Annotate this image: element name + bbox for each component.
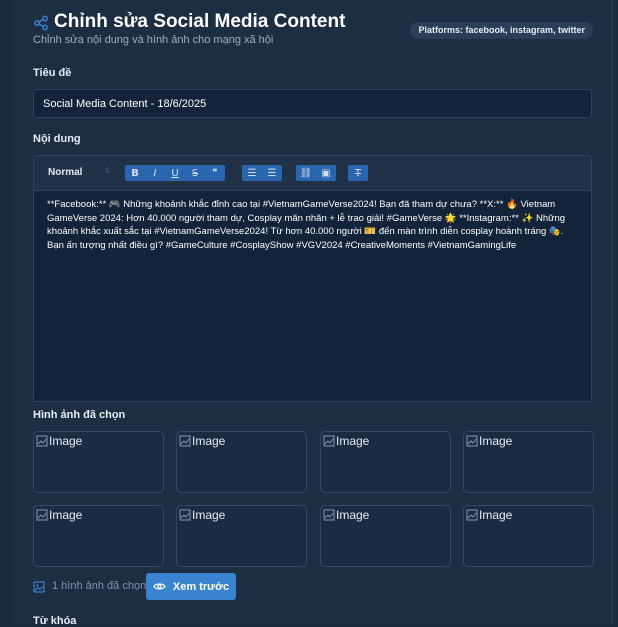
gallery-image-3[interactable]: Image: [320, 431, 451, 493]
image-icon: [33, 581, 45, 593]
eye-icon: [153, 583, 166, 590]
page-header: Chỉnh sửa Social Media Content Chỉnh sửa…: [33, 10, 603, 50]
editor-toolbar: Normal ⇕ B I U S ❞ ☰ ☰ ⛓ ▣ T̶: [34, 156, 591, 191]
image-alt-text: Image: [336, 508, 370, 522]
gallery-label: Hình ảnh đã chọn: [33, 409, 126, 421]
page-title: Chỉnh sửa Social Media Content: [54, 11, 346, 32]
gallery-image-8[interactable]: Image: [463, 505, 594, 567]
insert-button-group: ⛓ ▣: [296, 165, 336, 181]
image-alt-text: Image: [336, 434, 370, 448]
list-button-group: ☰ ☰: [242, 165, 282, 181]
italic-icon[interactable]: I: [145, 165, 165, 181]
gallery-image-1[interactable]: Image: [33, 431, 164, 493]
gallery-image-7[interactable]: Image: [320, 505, 451, 567]
select-arrow-icon: ⇕: [104, 166, 111, 175]
quote-icon[interactable]: ❞: [205, 165, 225, 181]
broken-image-icon: [323, 435, 335, 447]
gallery-image-5[interactable]: Image: [33, 505, 164, 567]
link-icon[interactable]: ⛓: [296, 165, 316, 181]
bullet-list-icon[interactable]: ☰: [262, 165, 282, 181]
image-alt-text: Image: [479, 508, 513, 522]
gallery-image-2[interactable]: Image: [176, 431, 307, 493]
clear-format-icon[interactable]: T̶: [348, 165, 368, 181]
title-input[interactable]: [33, 89, 592, 118]
rich-text-editor[interactable]: Normal ⇕ B I U S ❞ ☰ ☰ ⛓ ▣ T̶ **Facebook…: [33, 155, 592, 402]
keywords-label: Từ khóa: [33, 615, 77, 627]
image-alt-text: Image: [192, 508, 226, 522]
clean-button-group: T̶: [348, 165, 368, 181]
platforms-badge: Platforms: facebook, instagram, twitter: [410, 22, 593, 39]
image-alt-text: Image: [479, 434, 513, 448]
broken-image-icon: [323, 509, 335, 521]
content-text[interactable]: **Facebook:** 🎮 Những khoảnh khắc đỉnh c…: [47, 198, 582, 252]
gallery-image-4[interactable]: Image: [463, 431, 594, 493]
broken-image-icon: [36, 435, 48, 447]
bold-icon[interactable]: B: [125, 165, 145, 181]
share-icon: [34, 15, 48, 31]
preview-button-label: Xem trước: [172, 580, 230, 593]
broken-image-icon: [179, 435, 191, 447]
content-label: Nội dung: [33, 133, 81, 145]
broken-image-icon: [36, 509, 48, 521]
image-alt-text: Image: [49, 434, 83, 448]
image-alt-text: Image: [192, 434, 226, 448]
image-count-text: 1 hình ảnh đã chọn: [52, 580, 147, 592]
image-alt-text: Image: [49, 508, 83, 522]
page-subtitle: Chỉnh sửa nội dung và hình ảnh cho mạng …: [33, 34, 274, 46]
text-style-select[interactable]: Normal: [48, 167, 82, 178]
title-label: Tiêu đề: [33, 67, 72, 79]
ordered-list-icon[interactable]: ☰: [242, 165, 262, 181]
underline-icon[interactable]: U: [165, 165, 185, 181]
broken-image-icon: [466, 509, 478, 521]
format-button-group: B I U S ❞: [125, 165, 225, 181]
preview-button[interactable]: Xem trước: [146, 573, 236, 600]
strikethrough-icon[interactable]: S: [185, 165, 205, 181]
broken-image-icon: [179, 509, 191, 521]
broken-image-icon: [466, 435, 478, 447]
image-icon[interactable]: ▣: [316, 165, 336, 181]
gallery-image-6[interactable]: Image: [176, 505, 307, 567]
